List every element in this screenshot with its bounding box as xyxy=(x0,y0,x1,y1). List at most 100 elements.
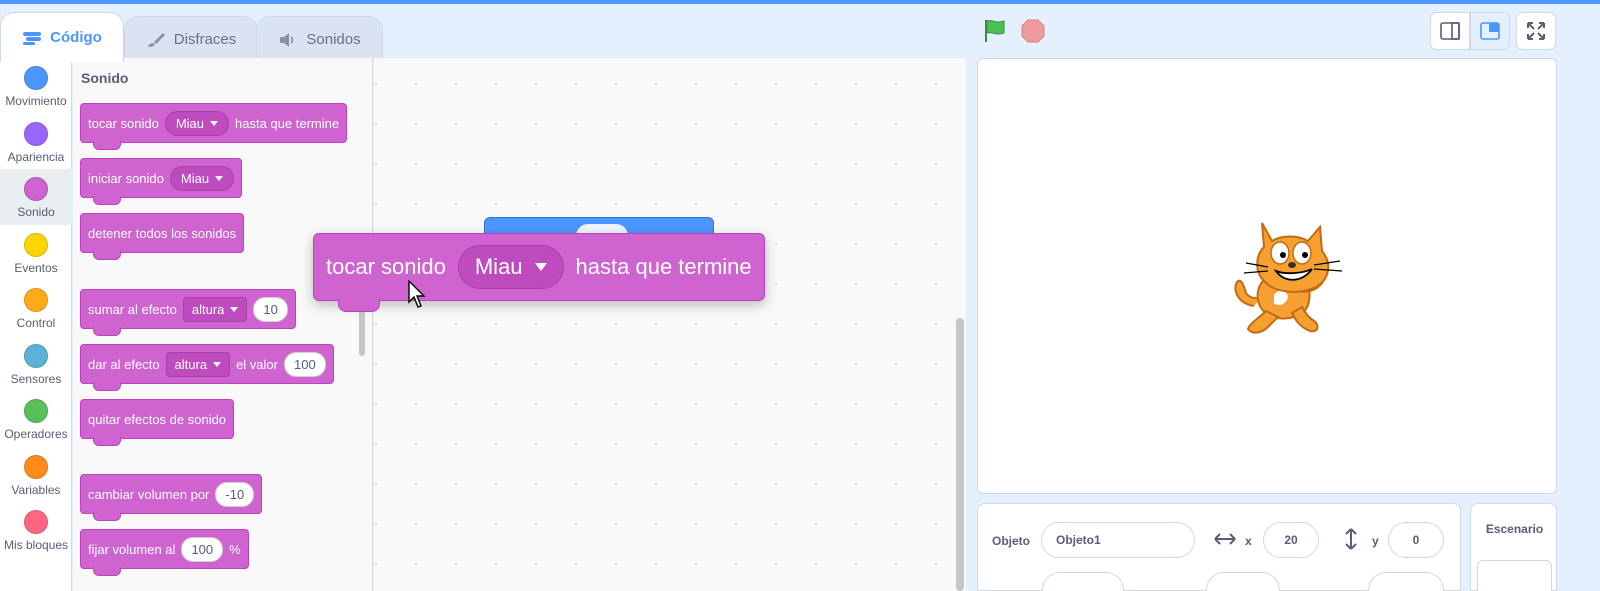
effect-dropdown[interactable]: altura xyxy=(182,296,248,322)
green-flag-icon[interactable] xyxy=(982,18,1008,44)
category-sound[interactable]: Sonido xyxy=(0,169,72,225)
category-looks[interactable]: Apariencia xyxy=(0,114,72,170)
x-value: 20 xyxy=(1284,533,1298,547)
category-label: Sensores xyxy=(10,372,62,386)
editor-tabs: Código Disfraces Sonidos xyxy=(0,4,980,62)
sprite-name-value: Objeto1 xyxy=(1056,533,1101,547)
tab-sounds[interactable]: Sonidos xyxy=(256,16,383,62)
block-text: fijar volumen al xyxy=(88,541,176,557)
stage-panel-title: Escenario xyxy=(1485,522,1544,536)
motion-dot-icon xyxy=(24,66,48,90)
block-text: sumar al efecto xyxy=(88,301,177,317)
block-text: iniciar sonido xyxy=(88,170,164,186)
block-play-sound-until-done[interactable]: tocar sonido Miau hasta que termine xyxy=(80,103,348,150)
category-label: Variables xyxy=(11,483,61,497)
small-stage-icon xyxy=(1440,22,1460,40)
category-events[interactable]: Eventos xyxy=(0,225,72,281)
block-change-effect[interactable]: sumar al efecto altura 10 xyxy=(80,289,296,336)
block-text: tocar sonido xyxy=(88,115,159,131)
number-input[interactable]: -10 xyxy=(215,481,255,507)
category-label: Control xyxy=(16,316,56,330)
code-workspace[interactable] xyxy=(374,58,966,591)
x-position-input[interactable]: 20 xyxy=(1263,522,1319,558)
operators-dot-icon xyxy=(24,399,48,423)
block-text: % xyxy=(229,541,241,557)
block-text: detener todos los sonidos xyxy=(88,225,237,241)
variables-dot-icon xyxy=(24,455,48,479)
sprite-info-panel: Objeto Objeto1 x 20 y 0 xyxy=(977,503,1461,591)
dropdown-value: Miau xyxy=(474,254,523,279)
effect-dropdown[interactable]: altura xyxy=(165,351,231,377)
dropdown-value: Miau xyxy=(175,115,205,131)
block-stop-all-sounds[interactable]: detener todos los sonidos xyxy=(80,213,245,260)
stage-canvas[interactable] xyxy=(977,58,1557,494)
fullscreen-button[interactable] xyxy=(1516,12,1556,50)
category-sensing[interactable]: Sensores xyxy=(0,336,72,392)
block-start-sound[interactable]: iniciar sonido Miau xyxy=(80,158,243,205)
y-label: y xyxy=(1372,534,1379,548)
category-control[interactable]: Control xyxy=(0,280,72,336)
size-input[interactable] xyxy=(1206,572,1280,591)
y-position-input[interactable]: 0 xyxy=(1388,522,1444,558)
dragging-block-play-sound-until-done[interactable]: tocar sonido Miau hasta que termine xyxy=(313,233,765,312)
dropdown-value: altura xyxy=(191,301,225,317)
sound-dropdown[interactable]: Miau xyxy=(164,110,230,136)
block-text: hasta que termine xyxy=(575,254,752,279)
x-label: x xyxy=(1245,534,1252,548)
block-text: dar al efecto xyxy=(88,356,160,372)
block-palette: Sonido tocar sonido Miau hasta que termi… xyxy=(73,58,373,591)
category-motion[interactable]: Movimiento xyxy=(0,58,72,114)
category-variables[interactable]: Variables xyxy=(0,447,72,503)
show-toggle-group[interactable] xyxy=(1042,572,1124,591)
caret-down-icon xyxy=(230,306,239,312)
sound-dropdown[interactable]: Miau xyxy=(169,165,235,191)
tab-costumes-label: Disfraces xyxy=(173,31,237,48)
events-dot-icon xyxy=(24,233,48,257)
category-label: Mis bloques xyxy=(3,538,69,552)
number-input[interactable]: 10 xyxy=(253,296,288,322)
category-my-blocks[interactable]: Mis bloques xyxy=(0,502,72,558)
horizontal-arrows-icon xyxy=(1214,533,1236,545)
brush-icon xyxy=(147,32,165,47)
block-text: tocar sonido xyxy=(326,254,446,279)
block-text: quitar efectos de sonido xyxy=(88,411,227,427)
category-label: Movimiento xyxy=(5,94,67,108)
stage-thumbnail[interactable] xyxy=(1477,560,1552,591)
workspace-scrollbar[interactable] xyxy=(956,318,964,591)
dropdown-value: Miau xyxy=(180,170,210,186)
category-label: Sonido xyxy=(17,205,55,219)
block-set-effect[interactable]: dar al efecto altura el valor 100 xyxy=(80,344,334,391)
tab-code[interactable]: Código xyxy=(0,12,124,62)
caret-down-icon xyxy=(534,263,547,271)
stop-icon[interactable] xyxy=(1020,18,1046,44)
stage-target-panel[interactable]: Escenario xyxy=(1470,503,1557,591)
tab-costumes[interactable]: Disfraces xyxy=(124,16,258,62)
block-text: hasta que termine xyxy=(235,115,340,131)
my-blocks-dot-icon xyxy=(24,510,48,534)
category-operators[interactable]: Operadores xyxy=(0,391,72,447)
sprite-name-input[interactable]: Objeto1 xyxy=(1041,522,1195,558)
y-value: 0 xyxy=(1412,533,1420,547)
fullscreen-icon xyxy=(1527,22,1545,40)
small-stage-button[interactable] xyxy=(1430,12,1470,50)
normal-stage-button[interactable] xyxy=(1470,12,1510,50)
tab-sounds-label: Sonidos xyxy=(306,31,361,48)
sound-dropdown[interactable]: Miau xyxy=(457,245,564,289)
block-text: el valor xyxy=(236,356,278,372)
sound-dot-icon xyxy=(24,177,48,201)
category-label: Eventos xyxy=(14,261,58,275)
dropdown-value: altura xyxy=(174,356,208,372)
direction-input[interactable] xyxy=(1368,572,1444,591)
caret-down-icon xyxy=(213,361,222,367)
vertical-arrows-icon xyxy=(1345,528,1357,550)
number-input[interactable]: 100 xyxy=(181,536,224,562)
number-input[interactable]: 100 xyxy=(284,351,326,377)
block-change-volume[interactable]: cambiar volumen por -10 xyxy=(80,474,263,521)
cat-sprite-icon[interactable] xyxy=(1228,211,1356,341)
mouse-cursor-icon xyxy=(408,280,426,308)
control-dot-icon xyxy=(24,288,48,312)
block-clear-sound-effects[interactable]: quitar efectos de sonido xyxy=(80,399,235,446)
category-label: Operadores xyxy=(4,427,68,441)
caret-down-icon xyxy=(215,175,224,181)
block-set-volume[interactable]: fijar volumen al 100 % xyxy=(80,529,249,576)
